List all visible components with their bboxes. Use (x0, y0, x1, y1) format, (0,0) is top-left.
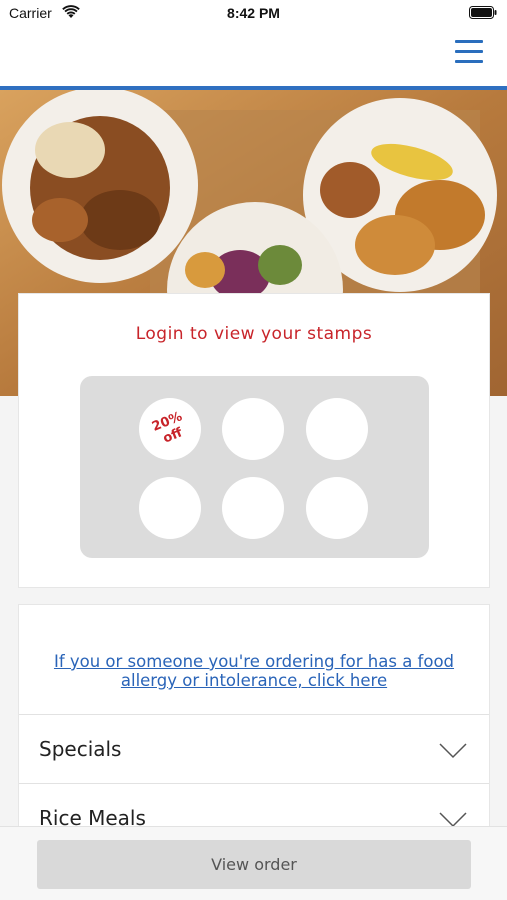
stamp-slot (139, 477, 201, 539)
chevron-down-icon (439, 743, 467, 759)
stamp-slot (222, 477, 284, 539)
bottom-bar: View order (0, 826, 507, 900)
status-time: 8:42 PM (227, 5, 280, 21)
stamp-grid: 20% off (80, 376, 429, 558)
nav-bar (0, 30, 507, 86)
allergy-info-link[interactable]: If you or someone you're ordering for ha… (19, 652, 489, 690)
hamburger-menu-icon[interactable] (455, 40, 483, 66)
menu-card: If you or someone you're ordering for ha… (18, 604, 490, 834)
battery-icon (469, 6, 497, 19)
status-bar: Carrier 8:42 PM (0, 0, 507, 30)
menu-category-label: Specials (39, 737, 122, 761)
stamp-card: Login to view your stamps 20% off (18, 293, 490, 588)
stamp-reward: 20% off (139, 398, 201, 460)
menu-category-specials[interactable]: Specials (19, 714, 489, 784)
stamp-slot (306, 477, 368, 539)
stamp-slot (222, 398, 284, 460)
stamp-slot (306, 398, 368, 460)
reward-label: 20% off (149, 409, 185, 447)
view-order-button[interactable]: View order (37, 840, 471, 889)
stamp-login-prompt[interactable]: Login to view your stamps (19, 324, 489, 344)
